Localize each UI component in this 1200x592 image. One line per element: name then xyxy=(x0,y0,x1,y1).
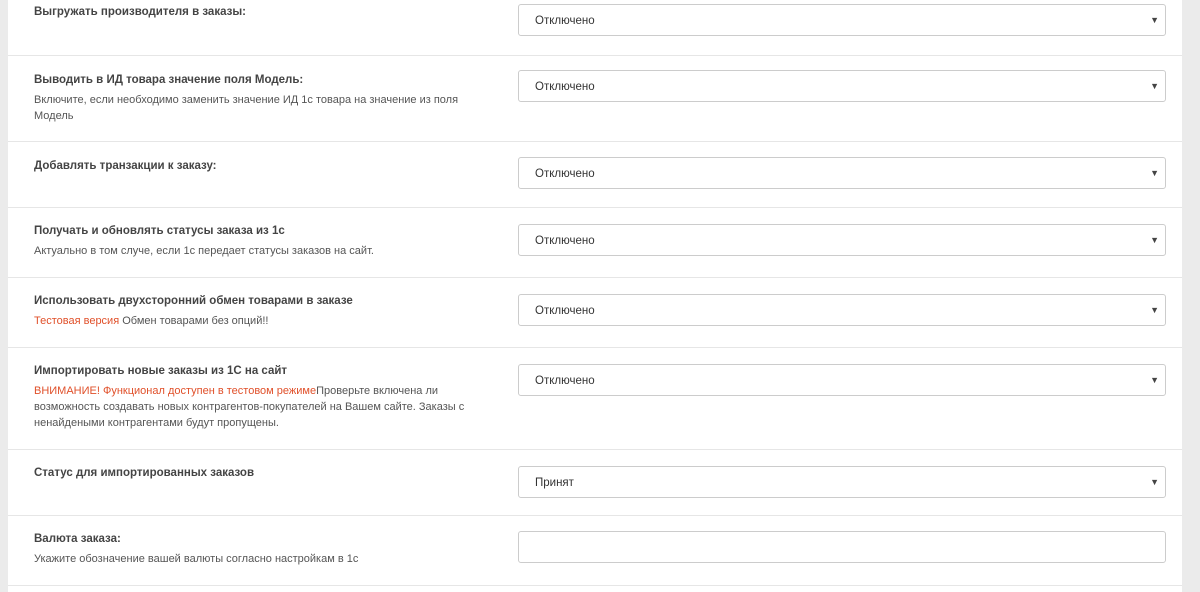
select-value: Принят xyxy=(535,477,574,489)
setting-row-two-way-exchange: Использовать двухсторонний обмен товарам… xyxy=(8,278,1182,348)
order-currency-field[interactable] xyxy=(518,531,1166,563)
select-value: Отключено xyxy=(535,375,595,387)
dropdown-arrow-icon: ▼ xyxy=(1150,375,1159,385)
select-value: Отключено xyxy=(535,15,595,27)
test-mode-warning: ВНИМАНИЕ! Функционал доступен в тестовом… xyxy=(34,385,317,397)
select-value: Отключено xyxy=(535,305,595,317)
setting-row-imported-status: Статус для импортированных заказов Приня… xyxy=(8,450,1182,516)
setting-label: Добавлять транзакции к заказу: xyxy=(34,160,217,172)
setting-row-manufacturer-export: Выгружать производителя в заказы: Отключ… xyxy=(8,0,1182,56)
transactions-select[interactable]: Отключено ▼ xyxy=(518,157,1166,189)
setting-label: Статус для импортированных заказов xyxy=(34,467,255,479)
setting-help-text: Обмен товарами без опций!! xyxy=(119,315,269,327)
import-orders-select[interactable]: Отключено ▼ xyxy=(518,364,1166,396)
dropdown-arrow-icon: ▼ xyxy=(1150,477,1159,487)
select-value: Отключено xyxy=(535,81,595,93)
setting-label: Получать и обновлять статусы заказа из 1… xyxy=(34,225,285,237)
setting-label: Выгружать производителя в заказы: xyxy=(34,6,246,18)
select-value: Отключено xyxy=(535,235,595,247)
setting-label: Импортировать новые заказы из 1С на сайт xyxy=(34,365,288,377)
setting-help: Укажите обозначение вашей валюты согласн… xyxy=(34,553,359,565)
setting-row-transactions: Добавлять транзакции к заказу: Отключено… xyxy=(8,142,1182,208)
setting-row-import-orders: Импортировать новые заказы из 1С на сайт… xyxy=(8,348,1182,450)
setting-help: Тестовая версия Обмен товарами без опций… xyxy=(34,313,484,329)
dropdown-arrow-icon: ▼ xyxy=(1150,15,1159,25)
manufacturer-export-select[interactable]: Отключено ▼ xyxy=(518,4,1166,36)
order-currency-input[interactable] xyxy=(519,532,1165,562)
setting-label: Использовать двухсторонний обмен товарам… xyxy=(34,295,353,307)
order-statuses-select[interactable]: Отключено ▼ xyxy=(518,224,1166,256)
select-value: Отключено xyxy=(535,168,595,180)
dropdown-arrow-icon: ▼ xyxy=(1150,305,1159,315)
setting-row-order-currency: Валюта заказа: Укажите обозначение вашей… xyxy=(8,516,1182,586)
setting-label: Валюта заказа: xyxy=(34,533,121,545)
setting-row-order-statuses: Получать и обновлять статусы заказа из 1… xyxy=(8,208,1182,278)
dropdown-arrow-icon: ▼ xyxy=(1150,81,1159,91)
model-as-id-select[interactable]: Отключено ▼ xyxy=(518,70,1166,102)
setting-row-model-as-id: Выводить в ИД товара значение поля Модел… xyxy=(8,56,1182,142)
setting-help: Включите, если необходимо заменить значе… xyxy=(34,94,459,122)
setting-help: Актуально в том случе, если 1с передает … xyxy=(34,245,374,257)
dropdown-arrow-icon: ▼ xyxy=(1150,235,1159,245)
settings-panel: Выгружать производителя в заказы: Отключ… xyxy=(8,0,1182,592)
setting-label: Выводить в ИД товара значение поля Модел… xyxy=(34,74,304,86)
test-version-warning: Тестовая версия xyxy=(34,315,120,327)
two-way-exchange-select[interactable]: Отключено ▼ xyxy=(518,294,1166,326)
dropdown-arrow-icon: ▼ xyxy=(1150,168,1159,178)
setting-help: ВНИМАНИЕ! Функционал доступен в тестовом… xyxy=(34,383,484,431)
imported-status-select[interactable]: Принят ▼ xyxy=(518,466,1166,498)
